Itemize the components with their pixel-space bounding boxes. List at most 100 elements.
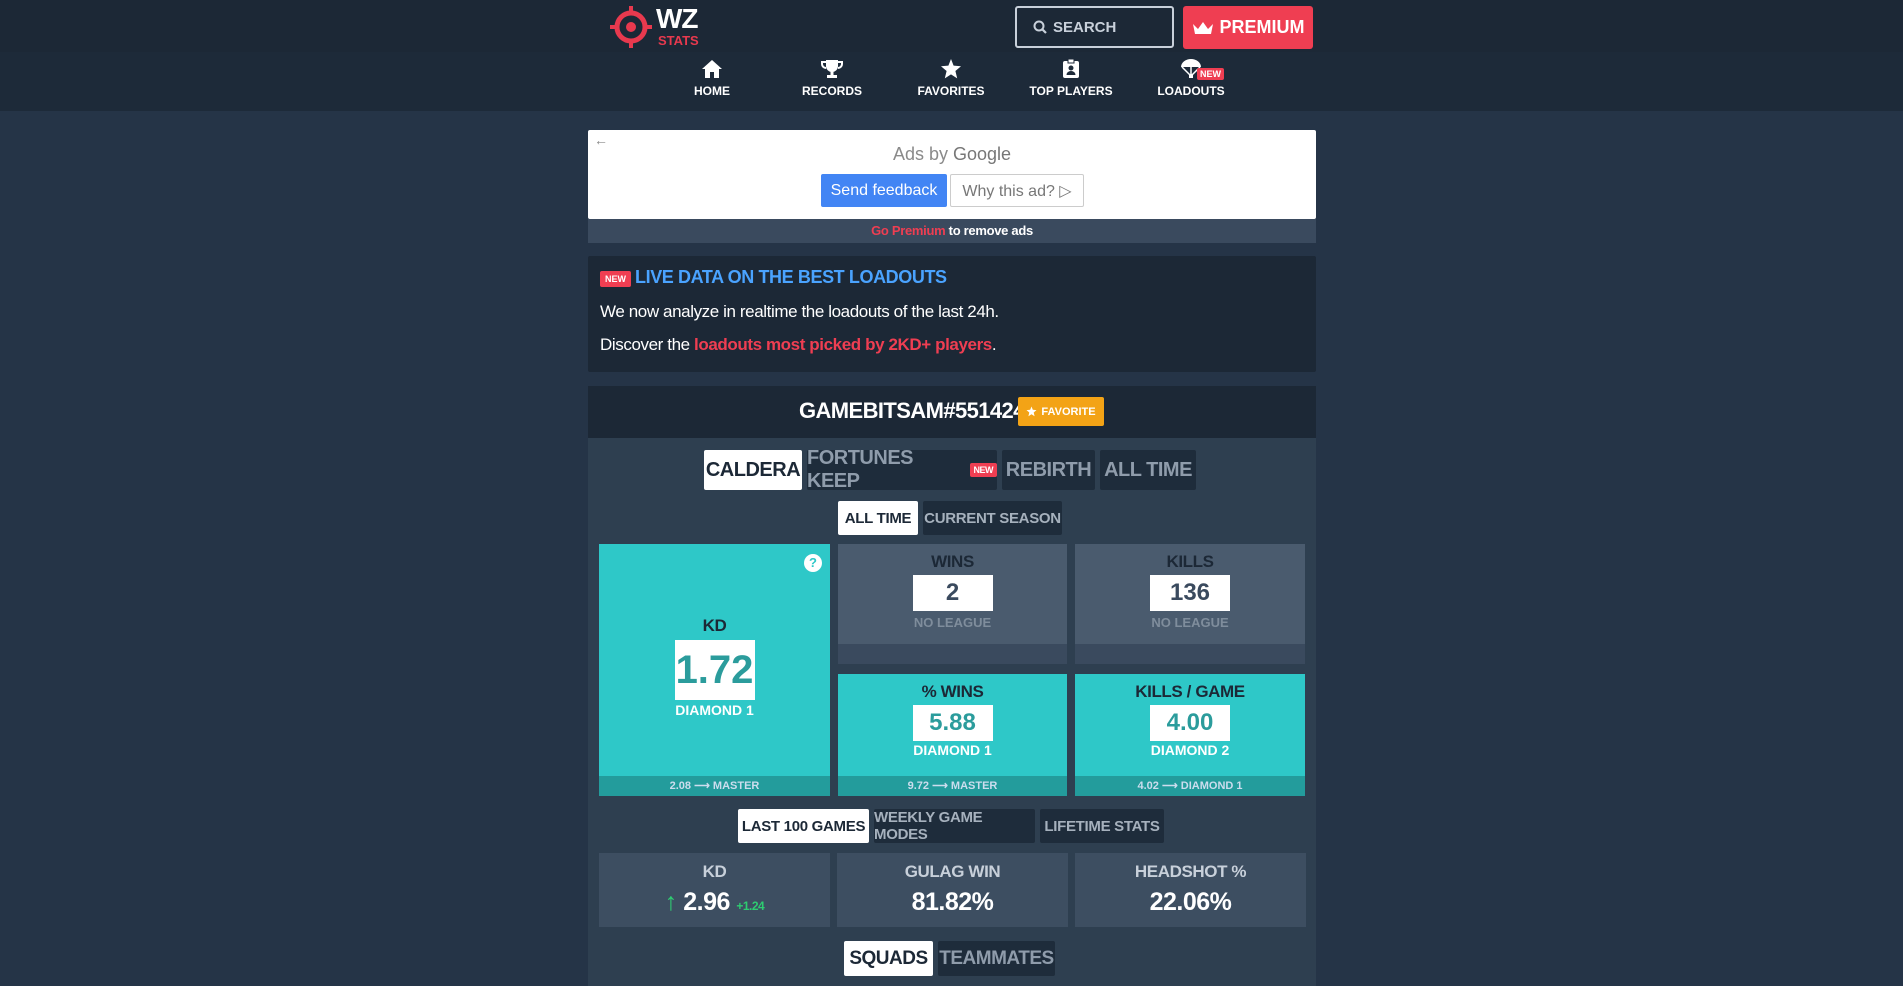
ad-banner: ← Ads by Google Send feedback Why this a… <box>588 130 1316 219</box>
gulag-win-card: GULAG WIN 81.82% <box>837 853 1068 927</box>
tab-period-all-time-label: ALL TIME <box>844 509 912 527</box>
crown-icon <box>1192 21 1213 34</box>
arrow-up-icon: ↑ <box>664 888 678 916</box>
nav-new-badge: NEW <box>1197 68 1224 80</box>
kills-card: KILLS 136 NO LEAGUE <box>1075 544 1305 664</box>
nav-loadouts[interactable]: NEW LOADOUTS <box>1141 59 1241 109</box>
send-feedback-button[interactable]: Send feedback <box>821 174 947 207</box>
recent-kd-label: KD <box>702 862 727 881</box>
tab-fortunes-keep-label: FORTUNES KEEP <box>807 447 913 492</box>
nav-top-players[interactable]: TOP PLAYERS <box>1021 59 1121 109</box>
tab-squads[interactable]: SQUADS <box>844 941 933 976</box>
tab-current-season-label: CURRENT SEASON <box>924 509 1061 527</box>
kills-value: 136 <box>1150 575 1230 611</box>
favorite-button[interactable]: FAVORITE <box>1018 397 1104 426</box>
pct-wins-next-league: 9.72 ⟶ MASTER <box>838 776 1067 796</box>
tab-last-100-games-label: LAST 100 GAMES <box>741 817 866 835</box>
kills-league: NO LEAGUE <box>1151 615 1229 630</box>
news-title-link[interactable]: LIVE DATA ON THE BEST LOADOUTS <box>635 267 947 288</box>
news-line-2-suffix: . <box>991 335 997 354</box>
kills-foot <box>1075 644 1305 664</box>
logo-wz: WZ <box>656 3 699 34</box>
loadouts-link[interactable]: loadouts most picked by 2KD+ players <box>694 335 992 354</box>
trophy-icon <box>821 60 843 78</box>
remove-ads-text: to remove ads <box>945 223 1034 238</box>
tab-period-all-time[interactable]: ALL TIME <box>838 501 918 535</box>
news-box: NEW LIVE DATA ON THE BEST LOADOUTS We no… <box>588 256 1316 372</box>
crosshair-logo-icon <box>610 6 652 48</box>
top-bar <box>0 0 1903 52</box>
nav-favorites-label: FAVORITES <box>917 84 985 98</box>
premium-label: PREMIUM <box>1219 17 1305 37</box>
why-this-ad-button[interactable]: Why this ad? ▷ <box>950 174 1084 207</box>
news-line-2-prefix: Discover the <box>600 335 695 354</box>
nav-home-label: HOME <box>694 84 730 98</box>
tab-rebirth[interactable]: REBIRTH <box>1002 450 1095 490</box>
kd-league: DIAMOND 1 <box>675 702 754 718</box>
search-icon <box>1033 20 1047 34</box>
tab-current-season[interactable]: CURRENT SEASON <box>923 501 1062 535</box>
recent-kd-value: 2.96 <box>683 888 730 916</box>
kills-per-game-league: DIAMOND 2 <box>1150 742 1230 758</box>
premium-button[interactable]: PREMIUM <box>1183 6 1313 49</box>
tab-caldera-label: CALDERA <box>705 458 801 481</box>
pct-wins-card: % WINS 5.88 DIAMOND 1 9.72 ⟶ MASTER <box>838 674 1067 796</box>
nav-top-players-label: TOP PLAYERS <box>1029 84 1113 98</box>
ad-title: Ads by Google <box>588 144 1316 165</box>
id-badge-icon <box>1063 59 1079 78</box>
headshot-value: 22.06% <box>1149 888 1232 916</box>
kills-label: KILLS <box>1166 552 1214 571</box>
tab-all-time[interactable]: ALL TIME <box>1100 450 1196 490</box>
home-icon <box>702 60 722 78</box>
wins-card: WINS 2 NO LEAGUE <box>838 544 1067 664</box>
tab-squads-label: SQUADS <box>849 947 928 969</box>
recent-kd-value-row: ↑ 2.96 +1.24 <box>599 888 830 917</box>
ad-title-brand: Google <box>952 144 1012 164</box>
kd-value: 1.72 <box>674 640 755 700</box>
tab-new-badge: NEW <box>969 463 997 477</box>
gulag-win-label: GULAG WIN <box>904 862 1001 881</box>
pct-wins-value: 5.88 <box>912 705 993 741</box>
wins-value: 2 <box>912 575 993 611</box>
player-name: GAMEBITSAM#5514240 <box>799 398 1037 423</box>
tab-lifetime-stats-label: LIFETIME STATS <box>1044 817 1160 835</box>
headshot-label: HEADSHOT % <box>1134 862 1247 881</box>
search-button[interactable]: SEARCH <box>1015 6 1174 48</box>
nav-loadouts-label: LOADOUTS <box>1157 84 1225 98</box>
news-new-badge: NEW <box>600 271 631 287</box>
kills-per-game-label: KILLS / GAME <box>1135 682 1245 701</box>
kills-per-game-card: KILLS / GAME 4.00 DIAMOND 2 4.02 ⟶ DIAMO… <box>1075 674 1305 796</box>
search-label: SEARCH <box>1053 18 1117 36</box>
gulag-win-value: 81.82% <box>911 888 994 916</box>
nav-records-label: RECORDS <box>801 84 862 98</box>
go-premium-link[interactable]: Go Premium <box>871 223 946 238</box>
tab-caldera[interactable]: CALDERA <box>704 450 802 490</box>
news-line-2: Discover the loadouts most picked by 2KD… <box>600 335 997 355</box>
kills-per-game-next-league: 4.02 ⟶ DIAMOND 1 <box>1075 776 1305 796</box>
headshot-card: HEADSHOT % 22.06% <box>1075 853 1306 927</box>
pct-wins-label: % WINS <box>921 682 984 701</box>
tab-all-time-label: ALL TIME <box>1104 458 1192 481</box>
nav-favorites[interactable]: FAVORITES <box>901 59 1001 109</box>
tab-fortunes-keep[interactable]: FORTUNES KEEP NEW <box>807 447 997 492</box>
remove-ads-bar: Go Premium to remove ads <box>588 219 1316 243</box>
kd-next-league: 2.08 ⟶ MASTER <box>599 776 830 796</box>
tab-teammates[interactable]: TEAMMATES <box>938 941 1055 976</box>
help-icon[interactable]: ? <box>804 554 822 572</box>
tab-last-100-games[interactable]: LAST 100 GAMES <box>738 809 869 843</box>
wins-foot <box>838 644 1067 664</box>
recent-kd-card: KD ↑ 2.96 +1.24 <box>599 853 830 927</box>
tab-weekly-game-modes[interactable]: WEEKLY GAME MODES <box>874 809 1035 843</box>
recent-kd-delta: +1.24 <box>736 899 765 913</box>
star-icon <box>941 59 961 79</box>
logo-stats: STATS <box>658 33 699 48</box>
kills-per-game-value: 4.00 <box>1150 705 1230 741</box>
tab-lifetime-stats[interactable]: LIFETIME STATS <box>1040 809 1164 843</box>
nav-home[interactable]: HOME <box>662 59 762 109</box>
kd-label: KD <box>702 616 727 635</box>
star-icon <box>1026 406 1037 417</box>
ad-title-prefix: Ads by <box>892 144 953 164</box>
nav-records[interactable]: RECORDS <box>782 59 882 109</box>
pct-wins-league: DIAMOND 1 <box>913 742 992 758</box>
news-line-1: We now analyze in realtime the loadouts … <box>600 302 999 321</box>
